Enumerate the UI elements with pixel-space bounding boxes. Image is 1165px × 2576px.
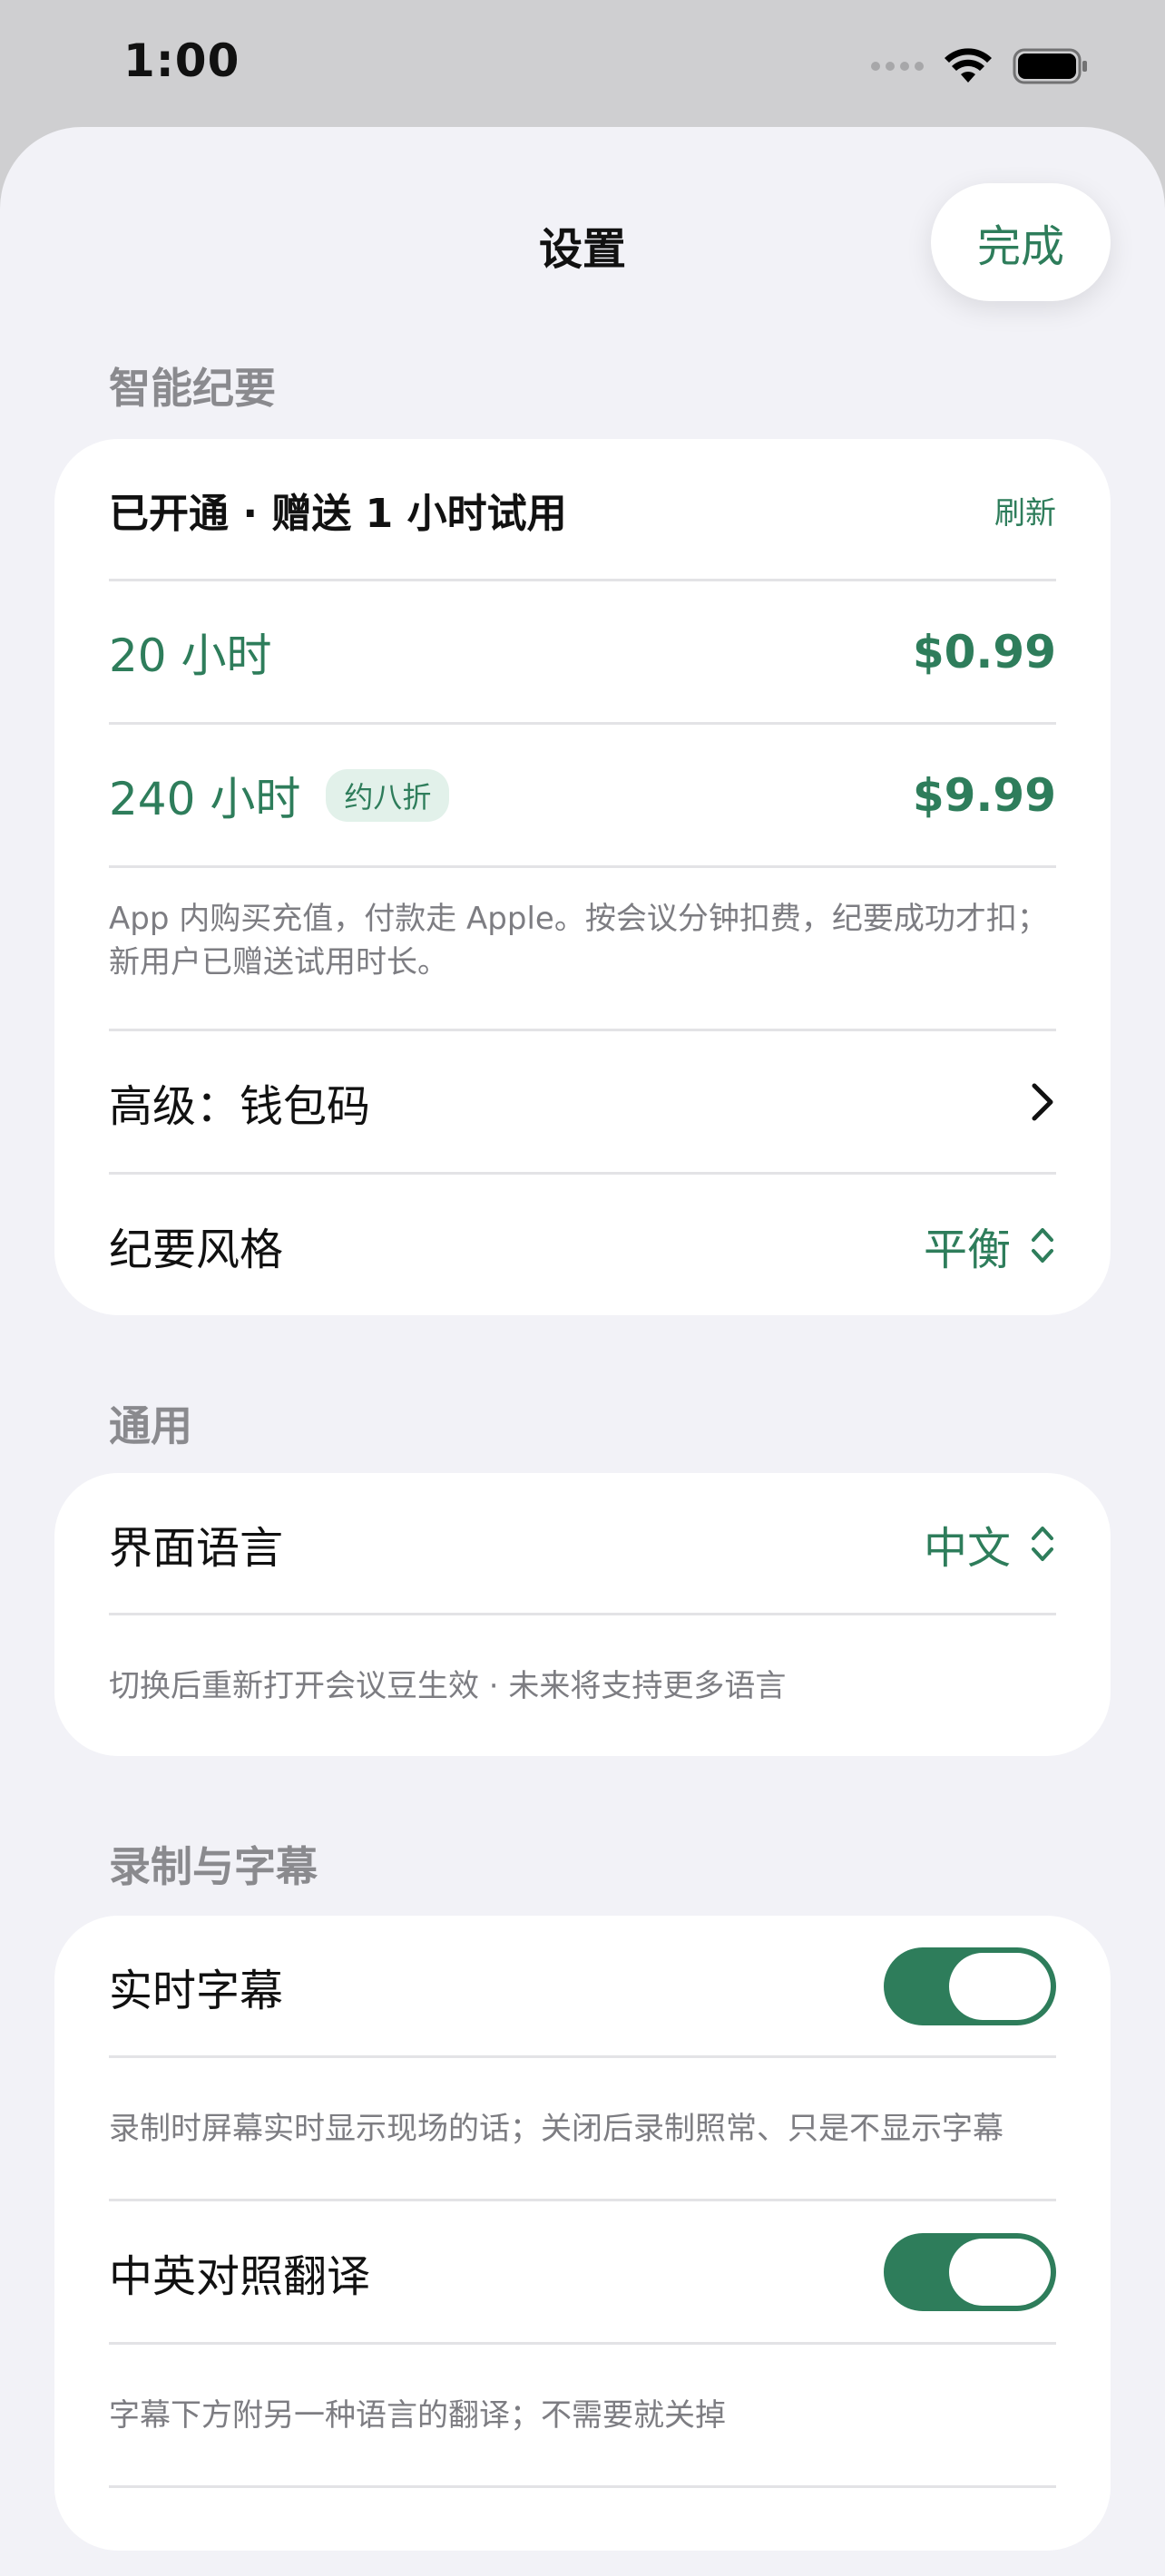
chevron-up-down-icon [1032, 1227, 1053, 1263]
status-icons [871, 44, 1089, 89]
summary-style-row[interactable]: 纪要风格 平衡 [109, 1175, 1056, 1315]
general-card: 界面语言 中文 切换后重新打开会议豆生效 · 未来将支持更多语言 [54, 1473, 1111, 1756]
toggle-knob [949, 1952, 1051, 2020]
smart-summary-card: 已开通 · 赠送 1 小时试用 刷新 20 小时 $0.99 240 小时 约八… [54, 439, 1111, 1315]
summary-style-value: 平衡 [923, 1224, 1011, 1275]
translation-toggle[interactable] [884, 2232, 1056, 2311]
toggle-knob [949, 2238, 1051, 2306]
plan-row-240h[interactable]: 240 小时 约八折 $9.99 [109, 725, 1056, 866]
status-time: 1:00 [123, 34, 240, 87]
live-caption-note: 录制时屏幕实时显示现场的话；关闭后录制照常、只是不显示字幕 [109, 2110, 1003, 2147]
done-button[interactable]: 完成 [931, 183, 1111, 301]
section-label-smart: 智能纪要 [109, 364, 276, 413]
recording-card: 实时字幕 录制时屏幕实时显示现场的话；关闭后录制照常、只是不显示字幕 中英对照翻… [54, 1916, 1111, 2551]
wifi-icon [945, 48, 992, 83]
translation-label: 中英对照翻译 [109, 2250, 371, 2302]
divider [109, 2485, 1056, 2488]
plan-name-text: 240 小时 [109, 773, 301, 825]
language-note: 切换后重新打开会议豆生效 · 未来将支持更多语言 [109, 1667, 787, 1704]
translation-note-row: 字幕下方附另一种语言的翻译；不需要就关掉 [109, 2345, 1056, 2485]
section-label-general: 通用 [109, 1401, 192, 1450]
translation-note: 字幕下方附另一种语言的翻译；不需要就关掉 [109, 2396, 726, 2434]
advanced-wallet-label: 高级：钱包码 [109, 1080, 371, 1132]
discount-badge: 约八折 [326, 769, 450, 822]
summary-style-picker[interactable]: 平衡 [924, 1214, 1056, 1277]
interface-language-row[interactable]: 界面语言 中文 [109, 1473, 1056, 1614]
divider [109, 865, 1056, 868]
plan-name: 20 小时 [109, 629, 272, 682]
plan-status-text: 已开通 · 赠送 1 小时试用 [109, 491, 567, 537]
language-note-row: 切换后重新打开会议豆生效 · 未来将支持更多语言 [109, 1615, 1056, 1756]
translation-row: 中英对照翻译 [109, 2201, 1056, 2342]
live-caption-label: 实时字幕 [109, 1965, 284, 2016]
interface-language-label: 界面语言 [109, 1522, 284, 1574]
plan-name: 240 小时 约八折 [109, 763, 450, 828]
interface-language-picker[interactable]: 中文 [924, 1512, 1056, 1576]
live-caption-row: 实时字幕 [109, 1916, 1056, 2056]
signal-dots-icon [871, 62, 924, 71]
plan-price: $0.99 [912, 626, 1056, 678]
chevron-up-down-icon [1032, 1526, 1053, 1561]
refresh-button[interactable]: 刷新 [994, 488, 1056, 532]
interface-language-value: 中文 [923, 1522, 1011, 1574]
advanced-wallet-row[interactable]: 高级：钱包码 [109, 1031, 1056, 1172]
live-caption-note-row: 录制时屏幕实时显示现场的话；关闭后录制照常、只是不显示字幕 [109, 2058, 1056, 2199]
purchase-note: App 内购买充值，付款走 Apple。按会议分钟扣费，纪要成功才扣；新用户已赠… [109, 901, 1048, 981]
plan-status-row: 已开通 · 赠送 1 小时试用 刷新 [109, 439, 1056, 581]
purchase-note-row: App 内购买充值，付款走 Apple。按会议分钟扣费，纪要成功才扣；新用户已赠… [109, 897, 1056, 997]
live-caption-toggle[interactable] [884, 1947, 1056, 2025]
plan-price: $9.99 [912, 769, 1056, 822]
battery-icon [1013, 48, 1087, 84]
plan-row-20h[interactable]: 20 小时 $0.99 [109, 581, 1056, 723]
status-bar: 1:00 [0, 0, 1165, 127]
section-label-recording: 录制与字幕 [109, 1842, 318, 1891]
chevron-right-icon [1032, 1083, 1053, 1120]
summary-style-label: 纪要风格 [109, 1224, 284, 1275]
